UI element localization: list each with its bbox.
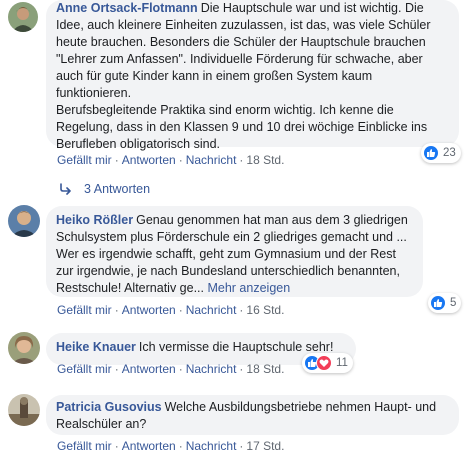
comment-actions: Gefällt mir · Antworten · Nachricht · 16 Std. — [57, 303, 285, 317]
message-button[interactable]: Nachricht — [186, 303, 237, 317]
message-button[interactable]: Nachricht — [186, 153, 237, 167]
comment-actions: Gefällt mir · Antworten · Nachricht · 17 Std. — [57, 439, 285, 453]
reply-button[interactable]: Antworten — [122, 362, 176, 376]
reply-button[interactable]: Antworten — [122, 303, 176, 317]
timestamp[interactable]: 18 Std. — [246, 153, 284, 167]
avatar[interactable] — [8, 332, 40, 364]
reaction-summary[interactable]: 11 — [302, 353, 353, 373]
comment-bubble: Heiko Rößler Genau genommen hat man aus d… — [46, 206, 423, 297]
reply-button[interactable]: Antworten — [122, 439, 176, 453]
reaction-count: 5 — [450, 297, 457, 309]
reaction-count: 11 — [336, 357, 348, 369]
like-button[interactable]: Gefällt mir — [57, 303, 112, 317]
timestamp[interactable]: 17 Std. — [246, 439, 284, 453]
comment-actions: Gefällt mir · Antworten · Nachricht · 18 Std. — [57, 153, 285, 167]
avatar[interactable] — [8, 394, 40, 426]
comment-text-paragraph-2: Berufsbegleitende Praktika sind enorm wi… — [56, 103, 428, 151]
like-reaction-icon — [430, 295, 446, 311]
reply-button[interactable]: Antworten — [122, 153, 176, 167]
show-more-link[interactable]: Mehr anzeigen — [207, 281, 290, 295]
like-button[interactable]: Gefällt mir — [57, 362, 112, 376]
comment-text: Die Hauptschule war und ist wichtig. Die… — [56, 1, 431, 100]
reaction-count: 23 — [443, 147, 456, 159]
comment-bubble: Anne Ortsack-Flotmann Die Hauptschule war… — [46, 0, 459, 151]
author-name[interactable]: Patricia Gusovius — [56, 400, 162, 414]
view-replies-link[interactable]: 3 Antworten — [60, 182, 150, 196]
reply-arrow-icon — [60, 183, 71, 195]
comment-bubble: Patricia Gusovius Welche Ausbildungsbetri… — [46, 395, 459, 435]
replies-count-label: 3 Antworten — [84, 182, 151, 196]
comment-text: Ich vermisse die Hauptschule sehr! — [138, 340, 334, 354]
author-name[interactable]: Anne Ortsack-Flotmann — [56, 1, 198, 15]
like-reaction-icon — [423, 145, 439, 161]
timestamp[interactable]: 16 Std. — [246, 303, 284, 317]
author-name[interactable]: Heike Knauer — [56, 340, 136, 354]
love-reaction-icon — [316, 355, 332, 371]
timestamp[interactable]: 18 Std. — [246, 362, 284, 376]
avatar[interactable] — [8, 205, 40, 237]
reaction-summary[interactable]: 5 — [428, 293, 462, 313]
message-button[interactable]: Nachricht — [186, 439, 237, 453]
comment-actions: Gefällt mir · Antworten · Nachricht · 18 Std. — [57, 362, 285, 376]
reaction-summary[interactable]: 23 — [421, 143, 461, 163]
message-button[interactable]: Nachricht — [186, 362, 237, 376]
avatar[interactable] — [8, 2, 38, 32]
author-name[interactable]: Heiko Rößler — [56, 213, 133, 227]
like-button[interactable]: Gefällt mir — [57, 153, 112, 167]
like-button[interactable]: Gefällt mir — [57, 439, 112, 453]
